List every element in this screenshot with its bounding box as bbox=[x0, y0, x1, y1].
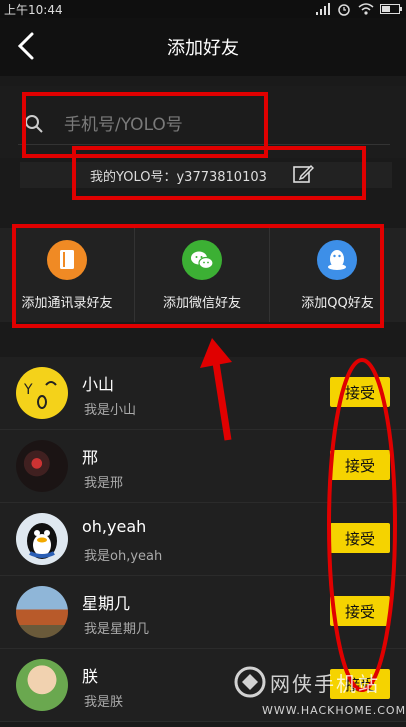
annotation-overlay bbox=[200, 338, 397, 692]
watermark-logo-icon bbox=[234, 666, 266, 698]
watermark-text: 网侠手机站 bbox=[270, 672, 380, 696]
watermark: 网侠手机站 WWW.HACKHOME.COM bbox=[232, 664, 405, 722]
accept-buttons-highlight-ellipse bbox=[327, 358, 397, 692]
watermark-url: WWW.HACKHOME.COM bbox=[262, 704, 406, 717]
